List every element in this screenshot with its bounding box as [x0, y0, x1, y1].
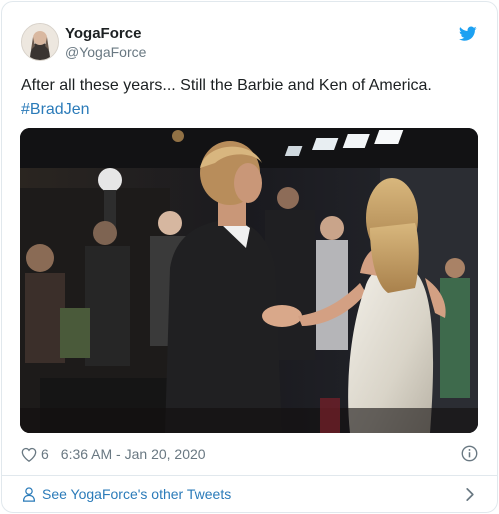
- event-photo: [20, 128, 478, 433]
- timestamp[interactable]: 6:36 AM - Jan 20, 2020: [61, 446, 206, 462]
- tweet-meta: 6 6:36 AM - Jan 20, 2020: [21, 444, 206, 464]
- info-icon[interactable]: [461, 445, 478, 462]
- hashtag-link[interactable]: #BradJen: [21, 101, 90, 118]
- display-name[interactable]: YogaForce: [65, 25, 141, 42]
- handle[interactable]: @YogaForce: [65, 44, 146, 60]
- other-tweets-label: See YogaForce's other Tweets: [42, 486, 232, 502]
- twitter-bird-icon[interactable]: [459, 26, 477, 42]
- tweet-header: YogaForce @YogaForce: [2, 2, 497, 72]
- tweet-body: After all these years... Still the Barbi…: [21, 77, 432, 94]
- chevron-right-icon: [466, 488, 474, 501]
- avatar-image: [22, 24, 58, 60]
- tweet-photo[interactable]: [20, 128, 478, 433]
- avatar[interactable]: [21, 23, 59, 61]
- profile-icon: [22, 487, 36, 502]
- tweet-card: YogaForce @YogaForce After all these yea…: [1, 1, 498, 513]
- tweet-text: After all these years... Still the Barbi…: [21, 74, 481, 122]
- other-tweets-link[interactable]: See YogaForce's other Tweets: [2, 476, 497, 512]
- like-count[interactable]: 6: [41, 446, 49, 462]
- heart-icon[interactable]: [21, 447, 37, 462]
